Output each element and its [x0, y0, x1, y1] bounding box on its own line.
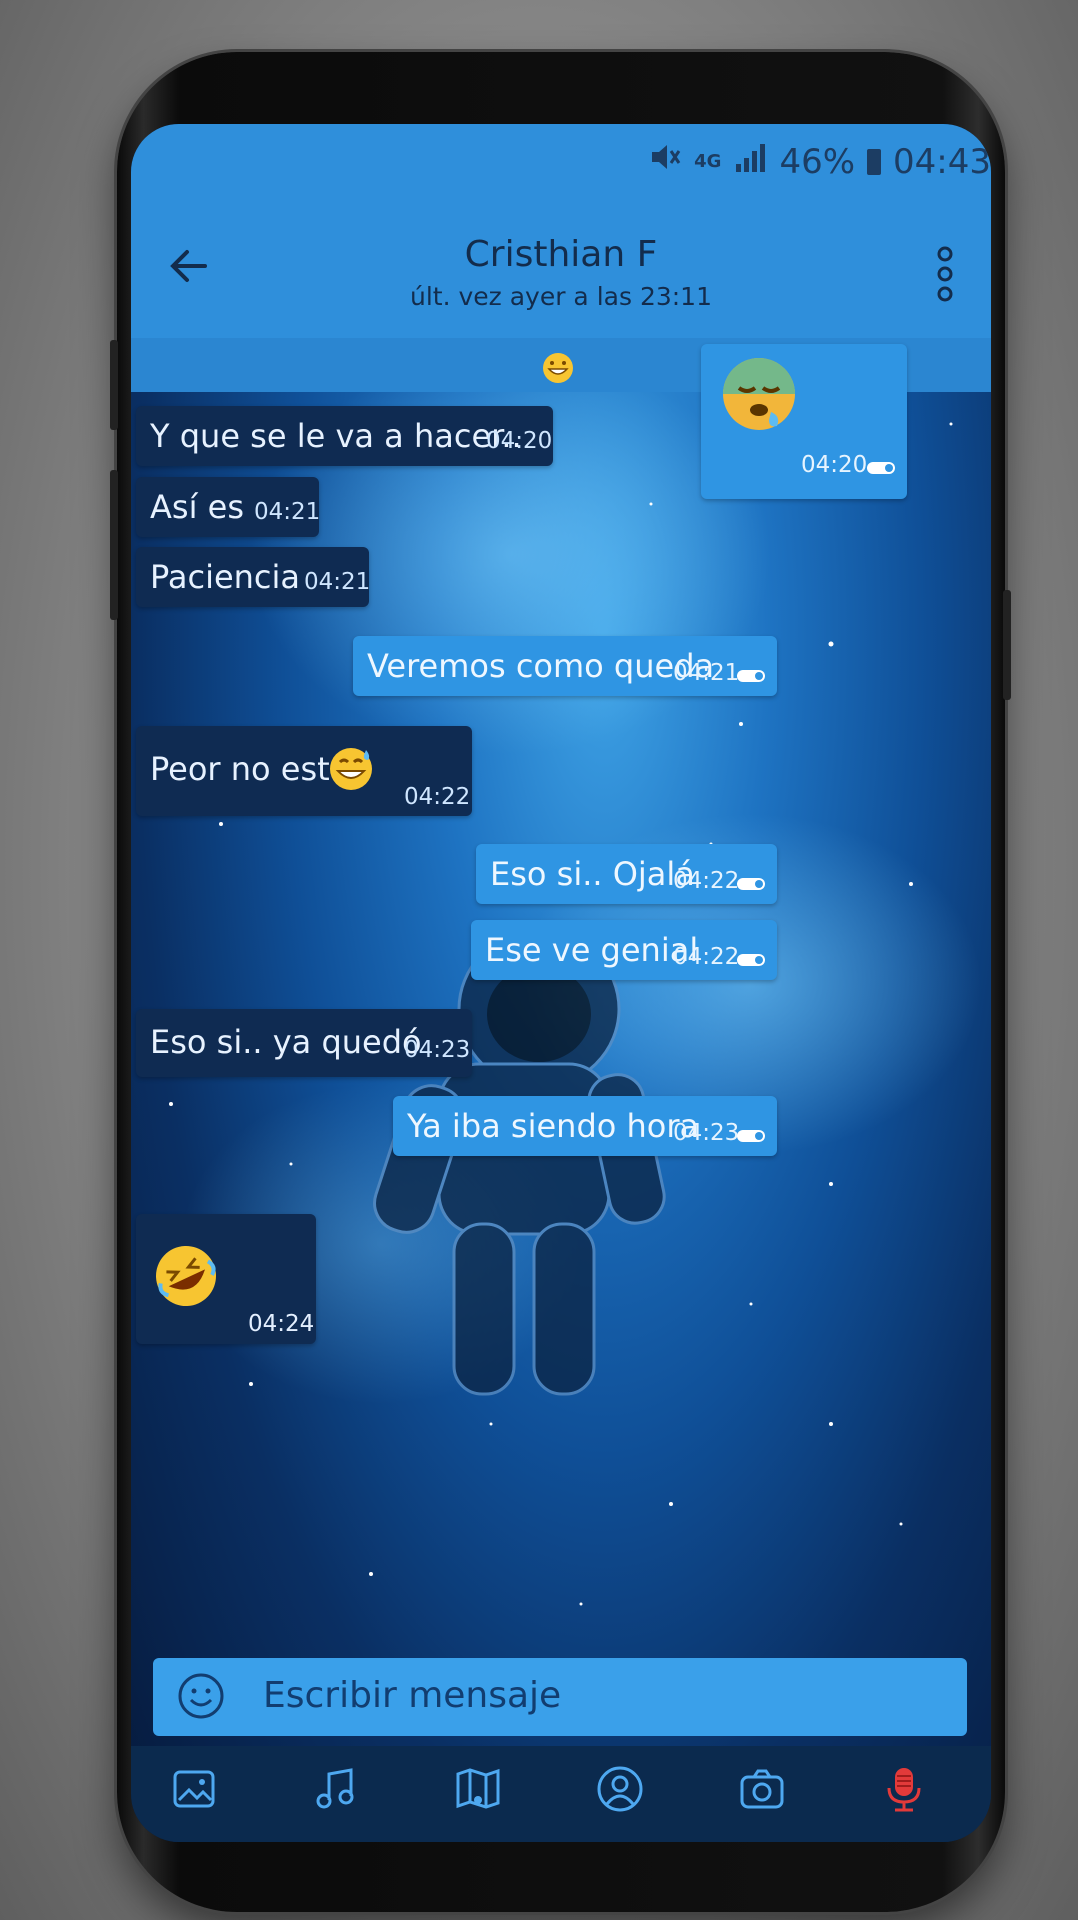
map-icon[interactable]	[453, 1764, 503, 1814]
network-type: 4G	[694, 151, 722, 172]
message-bubble-outgoing[interactable]: Ya iba siendo hora 04:23	[393, 1096, 777, 1156]
rolling-laughing-emoji-icon	[156, 1246, 216, 1306]
message-bubble-outgoing[interactable]: Ese ve genial 04:22	[471, 920, 777, 980]
phone-side-button	[110, 340, 118, 430]
message-composer[interactable]: Escribir mensaje	[153, 1658, 967, 1736]
contact-icon[interactable]	[595, 1764, 645, 1814]
last-seen: últ. vez ayer a las 23:11	[409, 282, 712, 311]
message-bubble-incoming[interactable]: 04:24	[136, 1214, 316, 1344]
message-time: 04:23	[673, 1120, 740, 1146]
read-receipt-icon	[737, 1130, 765, 1142]
message-bubble-incoming[interactable]: Así es 04:21	[136, 477, 321, 537]
mute-icon	[648, 140, 682, 183]
message-time: 04:22	[673, 944, 740, 970]
phone-side-button	[110, 470, 118, 620]
read-receipt-icon	[737, 954, 765, 966]
read-receipt-icon	[737, 878, 765, 890]
message-text: Y que se le va a hacer..	[150, 417, 522, 455]
message-bubble-incoming[interactable]: Peor no esta 04:22	[136, 726, 472, 816]
message-bubble-incoming[interactable]: Y que se le va a hacer.. 04:20	[136, 406, 553, 466]
emoji-icon[interactable]	[177, 1672, 225, 1720]
message-bubble-outgoing[interactable]: Veremos como queda 04:21	[353, 636, 777, 696]
message-bubble-incoming[interactable]: Eso si.. ya quedó 04:23	[136, 1009, 472, 1077]
battery-icon	[867, 148, 882, 175]
message-time: 04:22	[673, 868, 740, 894]
message-time: 04:23	[404, 1037, 471, 1063]
message-text: Así es	[150, 488, 244, 526]
message-time: 04:24	[248, 1311, 315, 1337]
read-receipt-icon	[867, 462, 895, 474]
message-text: Eso si.. Ojalá	[490, 855, 695, 893]
message-text: Eso si.. ya quedó	[150, 1023, 422, 1061]
battery-percent: 46%	[779, 141, 856, 182]
gallery-icon[interactable]	[169, 1764, 219, 1814]
message-text: Ya iba siendo hora	[407, 1107, 700, 1145]
message-bubble-outgoing[interactable]: 04:20	[701, 344, 907, 499]
message-text: Paciencia	[150, 558, 301, 596]
message-text: Ese ve genial	[485, 931, 699, 969]
read-receipt-icon	[737, 670, 765, 682]
message-time: 04:20	[486, 428, 553, 454]
chat-header: Cristhian F últ. vez ayer a las 23:11	[131, 216, 991, 338]
status-time: 04:43	[893, 141, 991, 182]
more-vertical-icon[interactable]	[937, 244, 953, 304]
signal-icon	[733, 140, 767, 183]
contact-name[interactable]: Cristhian F	[131, 234, 991, 275]
message-text: Veremos como queda	[367, 647, 715, 685]
phone-side-button	[1003, 590, 1011, 700]
astronaut-illustration	[373, 929, 666, 1396]
status-bar: 4G 46% 04:43	[131, 124, 991, 216]
microphone-icon[interactable]	[879, 1764, 929, 1814]
message-bubble-incoming[interactable]: Paciencia 04:21	[136, 547, 371, 607]
attachment-toolbar	[131, 1746, 991, 1842]
chat-screen: 4G 46% 04:43 Cristhian F últ. vez ayer a…	[131, 124, 991, 1842]
camera-icon[interactable]	[737, 1764, 787, 1814]
message-time: 04:20	[801, 452, 868, 478]
sleeping-face-emoji-icon	[723, 358, 795, 430]
message-time: 04:21	[304, 569, 371, 595]
message-time: 04:22	[404, 784, 471, 810]
message-bubble-outgoing[interactable]: Eso si.. Ojalá 04:22	[476, 844, 777, 904]
message-text: Peor no esta	[150, 750, 350, 788]
message-time: 04:21	[673, 660, 740, 686]
music-icon[interactable]	[311, 1764, 361, 1814]
grinning-emoji-icon	[543, 353, 573, 383]
message-time: 04:21	[254, 499, 321, 525]
grinning-sweat-emoji-icon	[330, 748, 372, 790]
message-input[interactable]: Escribir mensaje	[263, 1675, 561, 1716]
